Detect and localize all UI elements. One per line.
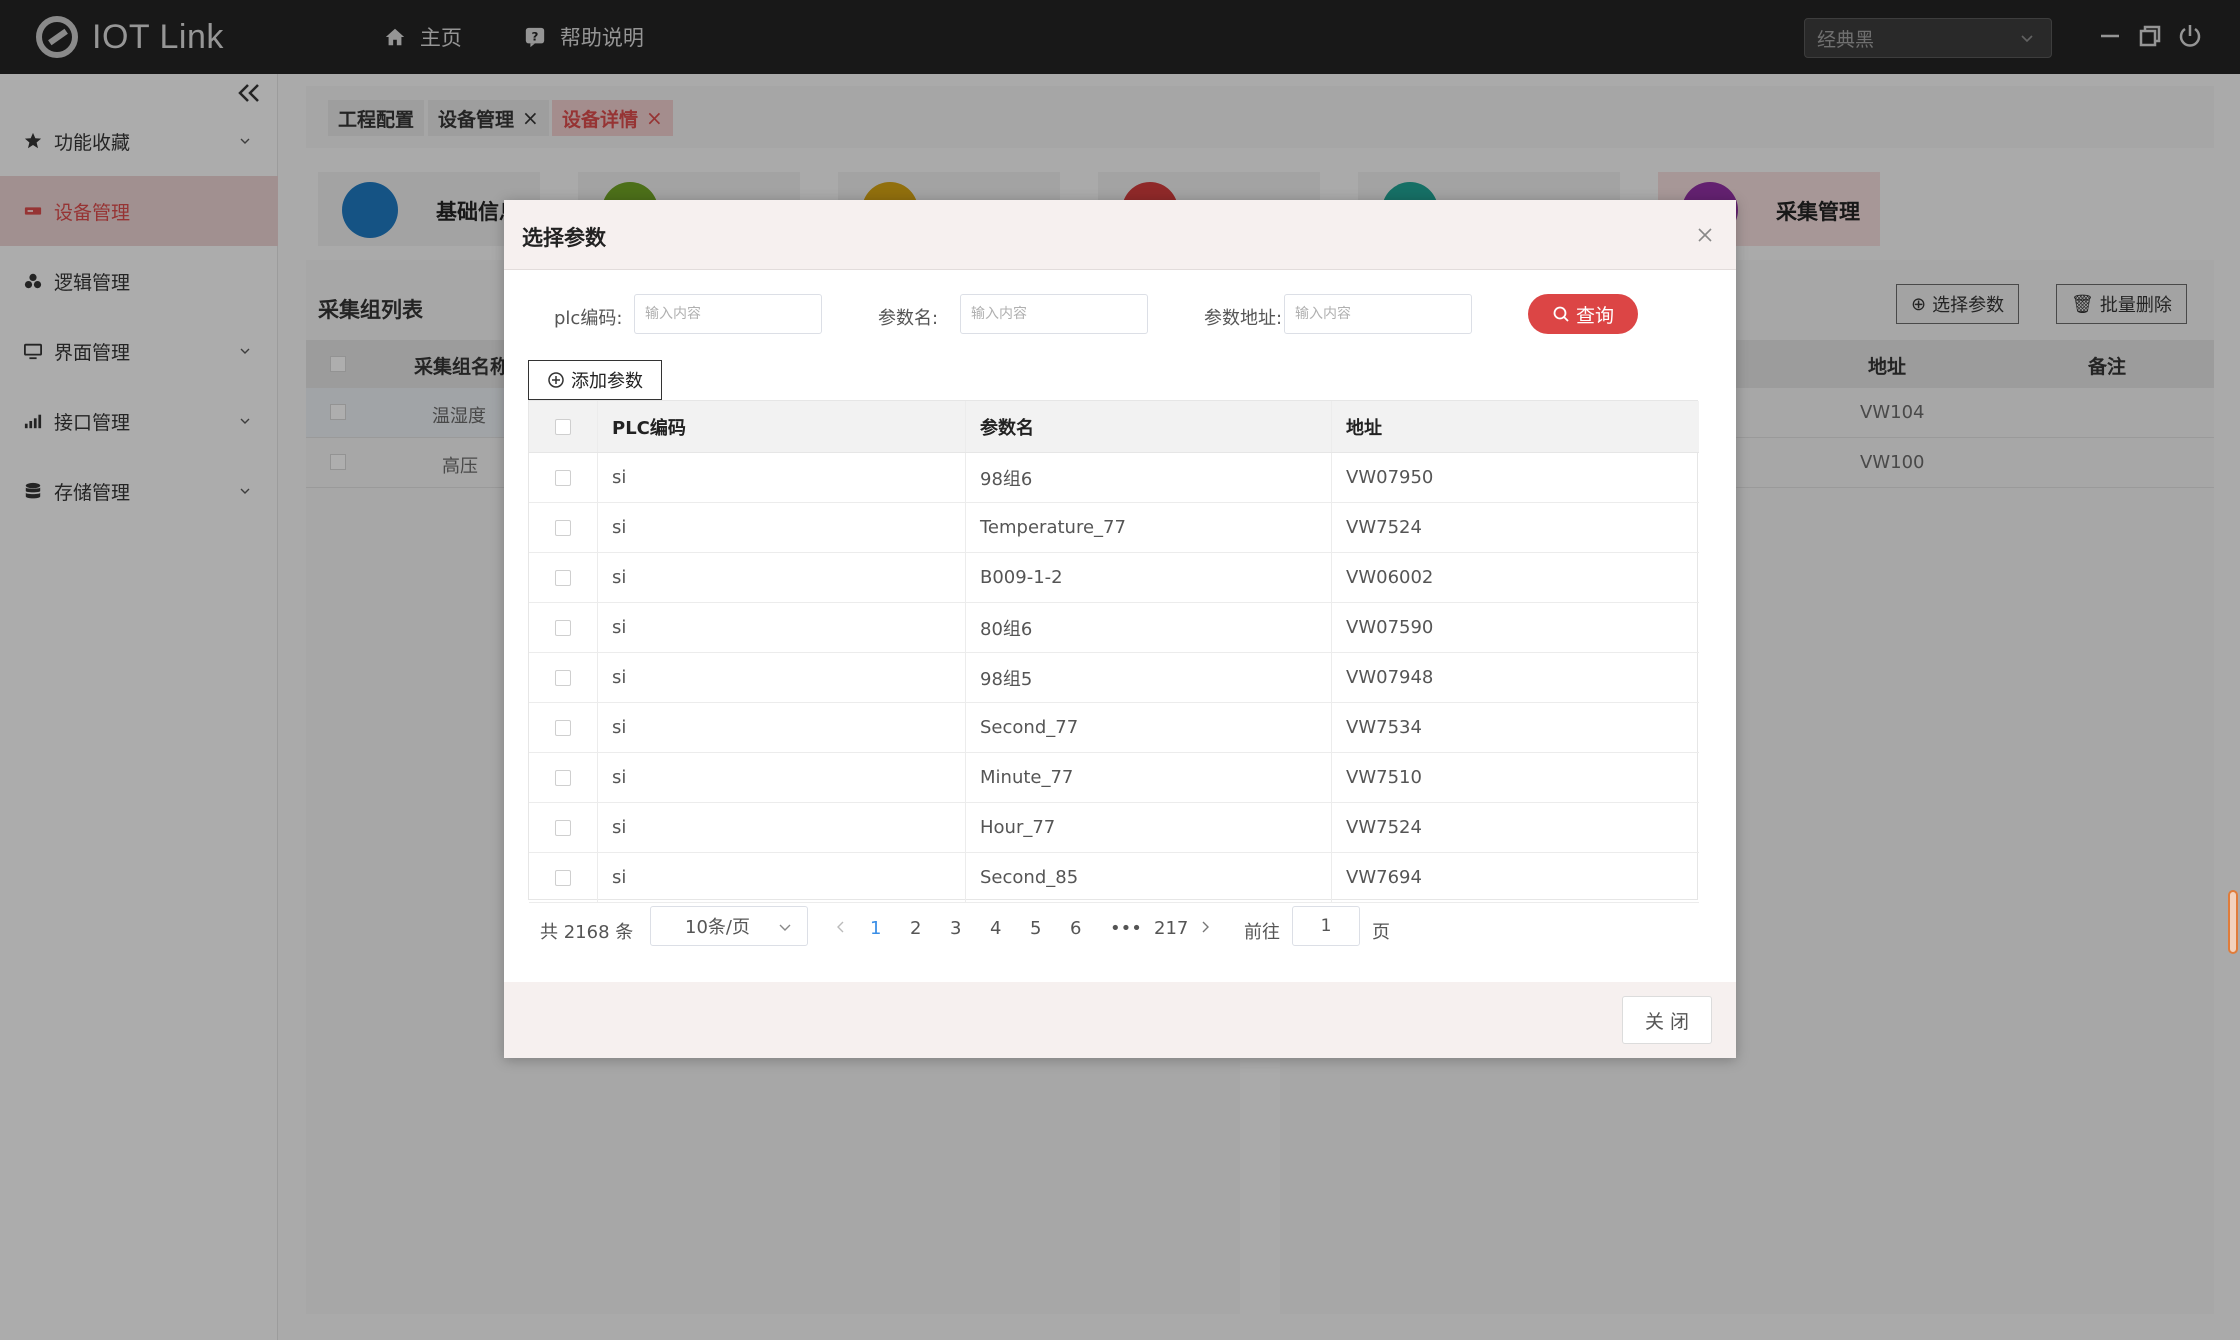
param-name-cell: B009-1-2 (965, 553, 1331, 602)
column-header-name: 参数名 (965, 401, 1331, 452)
chevron-down-icon (779, 924, 791, 931)
param-name-cell: Hour_77 (965, 803, 1331, 852)
plc-code-cell: si (597, 853, 965, 902)
address-cell: VW7534 (1331, 703, 1699, 752)
scrollbar-handle[interactable] (2228, 890, 2238, 954)
row-checkbox[interactable] (555, 569, 571, 586)
plc-code-cell: si (597, 503, 965, 552)
address-cell: VW06002 (1331, 553, 1699, 602)
row-checkbox[interactable] (555, 669, 571, 686)
page-size-value: 10条/页 (685, 917, 750, 938)
row-checkbox-cell (529, 853, 597, 902)
select-param-dialog: 选择参数 plc编码: 参数名: 参数地址: 查询 添加参数 PLC编码 参数名… (504, 200, 1736, 1058)
row-checkbox-cell (529, 503, 597, 552)
page-number[interactable]: 217 (1154, 918, 1188, 939)
address-cell: VW7694 (1331, 853, 1699, 902)
column-header-address: 地址 (1331, 401, 1699, 452)
query-button[interactable]: 查询 (1528, 294, 1638, 334)
table-row[interactable]: si 98组5 VW07948 (529, 653, 1699, 703)
plc-code-cell: si (597, 603, 965, 652)
total-count: 共 2168 条 (540, 922, 634, 943)
dialog-footer: 关 闭 (504, 982, 1736, 1058)
header-checkbox-cell (529, 401, 597, 452)
row-checkbox-cell (529, 753, 597, 802)
param-name-cell: 98组6 (965, 453, 1331, 502)
add-param-label: 添加参数 (571, 371, 643, 392)
row-checkbox-cell (529, 603, 597, 652)
plc-code-input[interactable] (634, 294, 822, 334)
param-name-cell: Second_85 (965, 853, 1331, 902)
add-param-button[interactable]: 添加参数 (528, 360, 662, 400)
param-table: PLC编码 参数名 地址 si 98组6 VW07950 si Temperature_… (528, 400, 1699, 903)
row-checkbox-cell (529, 453, 597, 502)
page-number[interactable]: 3 (950, 918, 961, 939)
row-checkbox-cell (529, 653, 597, 702)
row-checkbox[interactable] (555, 719, 571, 736)
row-checkbox[interactable] (555, 869, 571, 886)
search-icon (1553, 306, 1569, 322)
query-label: 查询 (1575, 305, 1614, 327)
address-cell: VW7510 (1331, 753, 1699, 802)
plc-code-cell: si (597, 453, 965, 502)
address-cell: VW07590 (1331, 603, 1699, 652)
page-number[interactable]: 2 (910, 918, 921, 939)
address-cell: VW07950 (1331, 453, 1699, 502)
dialog-title: 选择参数 (522, 226, 606, 250)
goto-label: 前往 (1244, 922, 1280, 943)
row-checkbox[interactable] (555, 769, 571, 786)
row-checkbox-cell (529, 553, 597, 602)
page-suffix: 页 (1372, 922, 1390, 943)
page-number[interactable]: 6 (1070, 918, 1081, 939)
param-name-cell: Minute_77 (965, 753, 1331, 802)
address-cell: VW07948 (1331, 653, 1699, 702)
select-all-checkbox[interactable] (555, 418, 571, 435)
param-name-cell: 98组5 (965, 653, 1331, 702)
plc-code-cell: si (597, 653, 965, 702)
table-row[interactable]: si Second_85 VW7694 (529, 853, 1699, 903)
row-checkbox-cell (529, 803, 597, 852)
more-pages-icon[interactable]: ••• (1110, 918, 1142, 939)
table-row[interactable]: si 98组6 VW07950 (529, 453, 1699, 503)
address-cell: VW7524 (1331, 803, 1699, 852)
param-name-cell: Second_77 (965, 703, 1331, 752)
table-row[interactable]: si 80组6 VW07590 (529, 603, 1699, 653)
table-row[interactable]: si B009-1-2 VW06002 (529, 553, 1699, 603)
page-number[interactable]: 4 (990, 918, 1001, 939)
param-name-label: 参数名: (878, 308, 939, 329)
plc-code-cell: si (597, 803, 965, 852)
plc-code-label: plc编码: (554, 308, 623, 329)
column-header-plc: PLC编码 (597, 401, 965, 452)
row-checkbox[interactable] (555, 469, 571, 486)
row-checkbox[interactable] (555, 519, 571, 536)
param-address-input[interactable] (1284, 294, 1472, 334)
chevron-left-icon[interactable] (834, 920, 848, 934)
page-size-select[interactable]: 10条/页 (650, 906, 808, 946)
table-row[interactable]: si Second_77 VW7534 (529, 703, 1699, 753)
page-number[interactable]: 1 (870, 918, 881, 939)
param-address-label: 参数地址: (1204, 308, 1283, 329)
param-name-cell: 80组6 (965, 603, 1331, 652)
row-checkbox[interactable] (555, 619, 571, 636)
plc-code-cell: si (597, 703, 965, 752)
table-row[interactable]: si Hour_77 VW7524 (529, 803, 1699, 853)
address-cell: VW7524 (1331, 503, 1699, 552)
row-checkbox-cell (529, 703, 597, 752)
page-number[interactable]: 5 (1030, 918, 1041, 939)
row-checkbox[interactable] (555, 819, 571, 836)
param-name-input[interactable] (960, 294, 1148, 334)
plc-code-cell: si (597, 553, 965, 602)
goto-page-input[interactable] (1292, 906, 1360, 946)
table-row[interactable]: si Minute_77 VW7510 (529, 753, 1699, 803)
close-icon[interactable] (1694, 224, 1716, 246)
param-name-cell: Temperature_77 (965, 503, 1331, 552)
pagination: 共 2168 条 10条/页 1 2 3 4 5 6 ••• 217 前往 页 (528, 906, 1698, 950)
dialog-header: 选择参数 (504, 200, 1736, 270)
table-header: PLC编码 参数名 地址 (529, 401, 1699, 453)
close-button[interactable]: 关 闭 (1622, 996, 1712, 1044)
chevron-right-icon[interactable] (1198, 920, 1212, 934)
add-circle-icon (548, 372, 564, 388)
plc-code-cell: si (597, 753, 965, 802)
table-row[interactable]: si Temperature_77 VW7524 (529, 503, 1699, 553)
